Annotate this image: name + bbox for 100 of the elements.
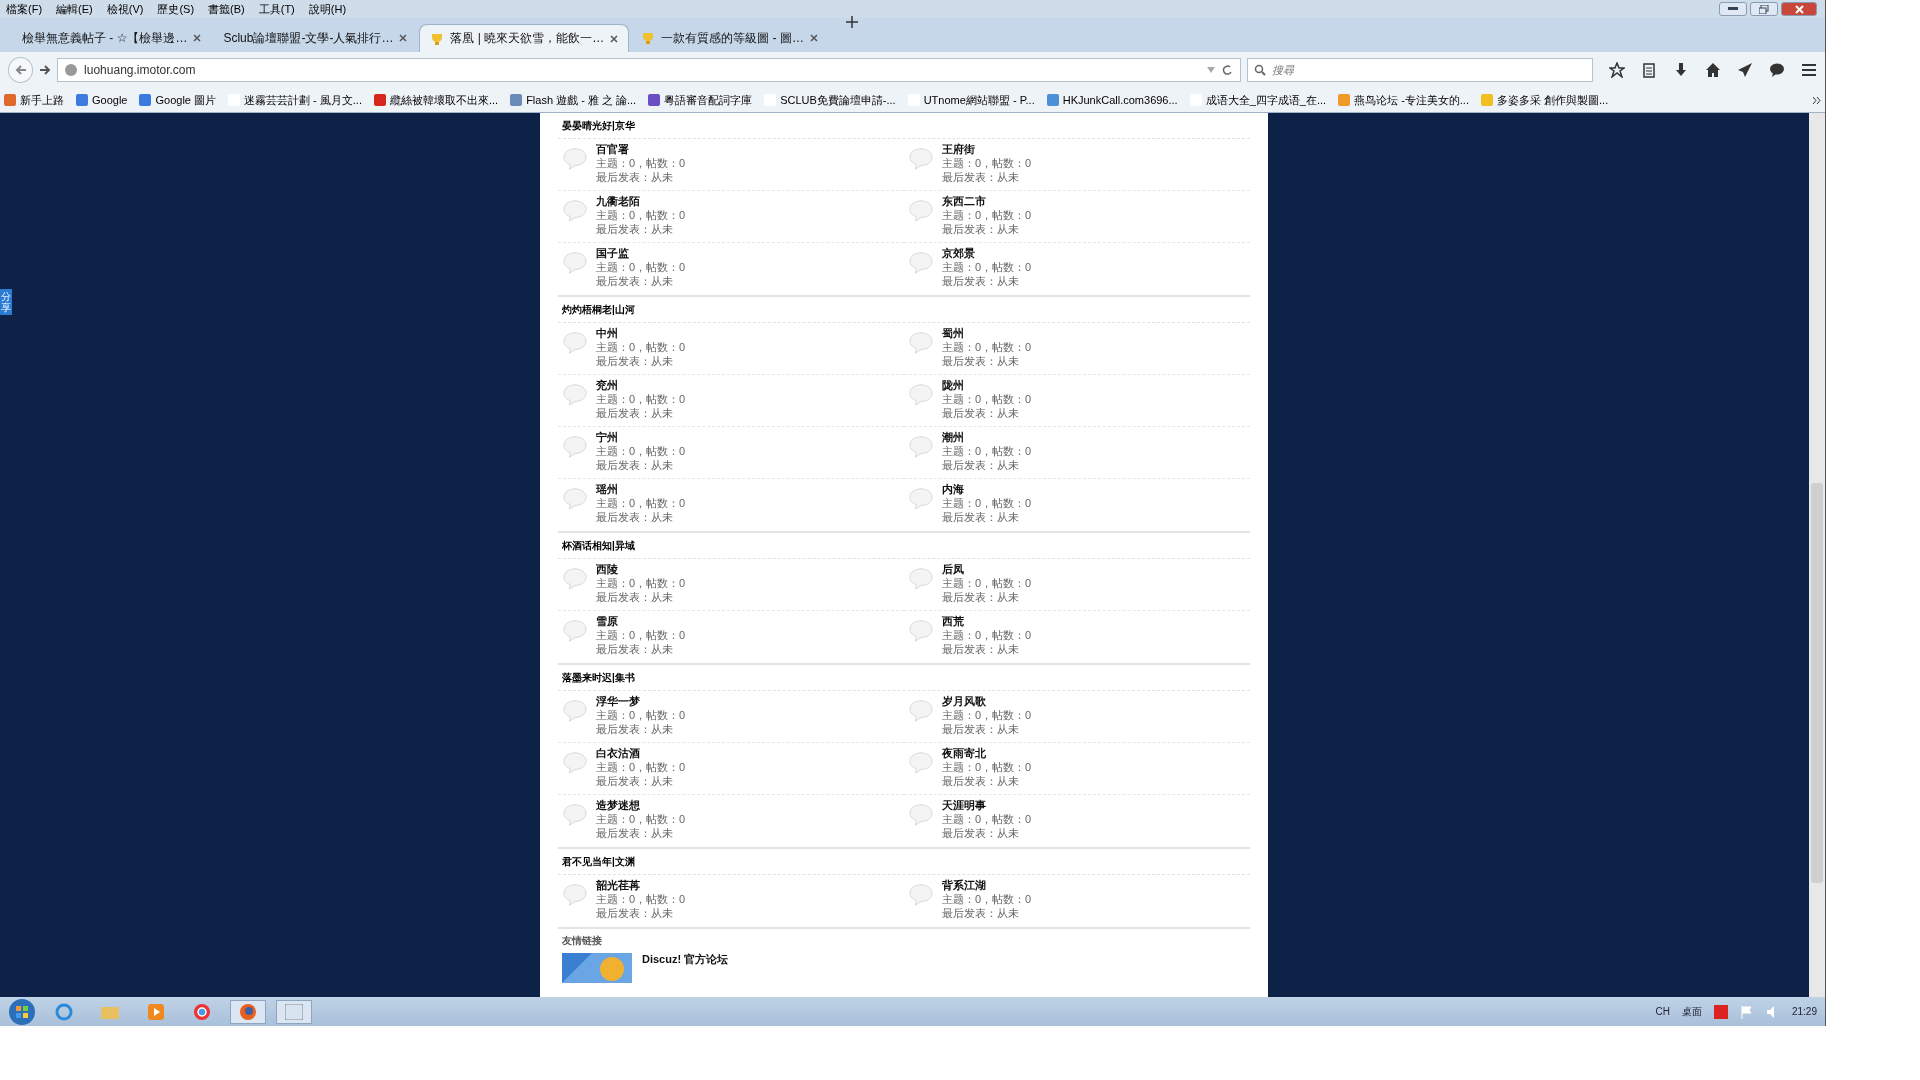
search-field[interactable]: 搜尋 (1247, 58, 1593, 82)
bookmark-item[interactable]: 纜絲被韓壞取不出來... (373, 92, 499, 108)
forum-stats: 主题：0，帖数：0 (942, 261, 1032, 274)
forum-name[interactable]: 九衢老陌 (596, 195, 686, 208)
speech-bubble-icon (908, 619, 934, 643)
bookmark-item[interactable]: 燕鸟论坛 -专注美女的... (1338, 92, 1469, 108)
minimize-button[interactable] (1719, 2, 1747, 16)
menu-item[interactable]: 檔案(F) (6, 1, 43, 17)
menu-item[interactable]: 說明(H) (308, 1, 347, 17)
bookmark-item[interactable]: Flash 遊戲 - 雅 之 論... (510, 92, 637, 108)
browser-tab[interactable]: Sclub論壇聯盟-文學-人氣排行… (213, 24, 418, 52)
scrollbar[interactable] (1809, 113, 1825, 997)
forum-name[interactable]: 王府街 (942, 143, 1032, 156)
clipboard-icon[interactable] (1641, 62, 1657, 78)
section-title: 君不见当年|文渊 (562, 854, 635, 869)
forum-name[interactable]: 蜀州 (942, 327, 1032, 340)
chevron-icon[interactable] (1813, 96, 1821, 104)
bookmark-icon (139, 94, 152, 106)
forum-name[interactable]: 背系江湖 (942, 879, 1032, 892)
forum-name[interactable]: 岁月风歌 (942, 695, 1032, 708)
minimize-icon (1728, 7, 1738, 11)
bookmark-item[interactable]: SCLUB免費論壇申請-... (764, 92, 896, 108)
last-post: 最后发表：从未 (942, 407, 1020, 420)
browser-tab[interactable]: 檢舉無意義帖子 - ☆【檢舉邊… (12, 24, 212, 52)
desktop-label[interactable]: 桌面 (1681, 1004, 1702, 1019)
forum-name[interactable]: 内海 (942, 483, 1032, 496)
address-field[interactable]: luohuang.imotor.com (57, 58, 1242, 82)
browser-tab[interactable]: 落凰 | 曉來天欲雪，能飲一… (419, 24, 630, 52)
forum-name[interactable]: 国子监 (596, 247, 686, 260)
menu-icon[interactable] (1801, 62, 1817, 78)
star-icon[interactable] (1609, 62, 1625, 78)
forum-name[interactable]: 韶光荏苒 (596, 879, 686, 892)
forum-stats: 主题：0，帖数：0 (596, 393, 686, 406)
forum-name[interactable]: 造梦迷想 (596, 799, 686, 812)
link-name[interactable]: Discuz! 官方论坛 (642, 953, 729, 983)
close-icon[interactable] (610, 34, 619, 43)
forum-name[interactable]: 雪原 (596, 615, 686, 628)
forum-name[interactable]: 潮州 (942, 431, 1032, 444)
forum-stats: 主题：0，帖数：0 (942, 209, 1032, 222)
forum-stats: 主题：0，帖数：0 (596, 445, 686, 458)
bookmark-item[interactable]: UTnome網站聯盟 - P... (907, 92, 1035, 108)
forum-name[interactable]: 宁州 (596, 431, 686, 444)
forum-name[interactable]: 百官署 (596, 143, 686, 156)
last-post: 最后发表：从未 (596, 171, 674, 184)
speech-bubble-icon (908, 487, 934, 511)
forum-name[interactable]: 白衣沽酒 (596, 747, 686, 760)
forum-name[interactable]: 夜雨寄北 (942, 747, 1032, 760)
bookmark-item[interactable]: 多姿多采 創作與製圖... (1480, 92, 1609, 108)
close-button[interactable] (1781, 2, 1817, 16)
forum-name[interactable]: 中州 (596, 327, 686, 340)
browser-tab[interactable]: 一款有質感的等級圖 - 圖… (631, 24, 828, 52)
language-indicator[interactable]: CH (1655, 1006, 1670, 1017)
bookmark-item[interactable]: Google 圖片 (139, 92, 216, 108)
reload-icon[interactable] (1206, 64, 1235, 76)
forum-name[interactable]: 东西二市 (942, 195, 1032, 208)
bookmark-item[interactable]: HKJunkCall.com3696... (1046, 94, 1178, 106)
menu-item[interactable]: 工具(T) (258, 1, 295, 17)
forum-name[interactable]: 瑶州 (596, 483, 686, 496)
start-button[interactable] (8, 997, 36, 1026)
menu-item[interactable]: 歷史(S) (157, 1, 195, 17)
restore-button[interactable] (1750, 2, 1778, 16)
menu-item[interactable]: 檢視(V) (106, 1, 144, 17)
speech-bubble-icon (562, 699, 588, 723)
menu-item[interactable]: 書籤(B) (208, 1, 245, 17)
forum-name[interactable]: 陇州 (942, 379, 1032, 392)
back-button[interactable] (8, 57, 34, 83)
chat-icon[interactable] (1769, 62, 1785, 78)
paper-plane-icon[interactable] (1737, 62, 1753, 78)
speech-bubble-icon (908, 435, 934, 459)
speech-bubble-icon (908, 147, 934, 171)
speech-bubble-icon (908, 803, 934, 827)
forum-name[interactable]: 西陵 (596, 563, 686, 576)
bookmark-item[interactable]: 迷霧芸芸計劃 - 風月文... (228, 92, 362, 108)
forum-name[interactable]: 天涯明事 (942, 799, 1032, 812)
home-icon[interactable] (1705, 62, 1721, 78)
forum-name[interactable]: 京郊景 (942, 247, 1032, 260)
forward-icon[interactable] (39, 64, 52, 76)
close-icon[interactable] (809, 34, 818, 42)
forum-stats: 主题：0，帖数：0 (942, 445, 1032, 458)
close-icon[interactable] (193, 34, 202, 42)
bookmark-icon (1338, 94, 1351, 106)
back-arrow-icon (14, 64, 27, 76)
section-title: 晏晏晴光好|京华 (562, 118, 635, 133)
last-post: 最后发表：从未 (942, 775, 1020, 788)
bookmark-item[interactable]: 粵語審音配詞字庫 (648, 92, 753, 108)
section-title: 杯酒话相知|异域 (562, 538, 635, 553)
close-icon[interactable] (399, 34, 408, 42)
bookmark-item[interactable]: 新手上路 (4, 92, 64, 108)
menu-item[interactable]: 編輯(E) (56, 1, 93, 17)
download-icon[interactable] (1673, 62, 1689, 78)
bookmark-item[interactable]: 成语大全_四字成语_在... (1189, 92, 1327, 108)
bookmark-item[interactable]: Google (76, 94, 128, 106)
forum-name[interactable]: 后凤 (942, 563, 1032, 576)
forum-name[interactable]: 兖州 (596, 379, 686, 392)
forum-name[interactable]: 浮华一梦 (596, 695, 686, 708)
speech-bubble-icon (562, 251, 588, 275)
share-tab[interactable]: 分享 (0, 289, 12, 315)
speech-bubble-icon (562, 751, 588, 775)
last-post: 最后发表：从未 (942, 275, 1020, 288)
forum-name[interactable]: 西荒 (942, 615, 1032, 628)
